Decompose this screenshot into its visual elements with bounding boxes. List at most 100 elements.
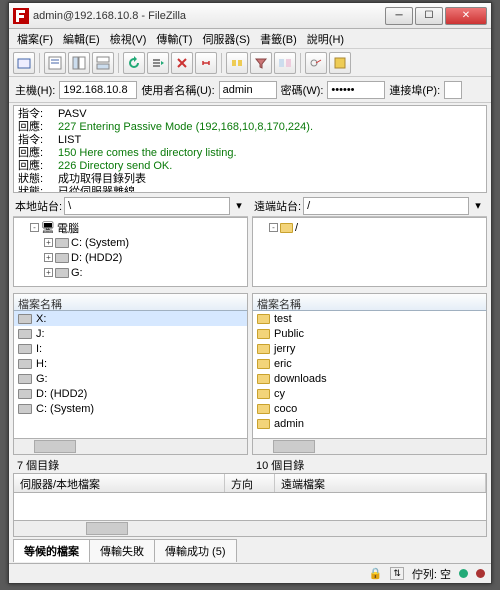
sync-browsing-button[interactable] bbox=[305, 52, 327, 74]
lock-icon: 🔒 bbox=[369, 567, 383, 580]
expand-icon[interactable]: + bbox=[44, 253, 53, 262]
disk-icon bbox=[18, 314, 32, 324]
remote-site-label: 遠端站台: bbox=[254, 198, 301, 214]
tree-item[interactable]: -/ bbox=[255, 220, 484, 235]
disconnect-button[interactable] bbox=[195, 52, 217, 74]
expand-icon[interactable]: - bbox=[269, 223, 278, 232]
list-item[interactable]: J: bbox=[14, 326, 247, 341]
folder-icon bbox=[257, 389, 270, 399]
list-item[interactable]: I: bbox=[14, 341, 247, 356]
compare-button[interactable] bbox=[274, 52, 296, 74]
menu-view[interactable]: 檢視(V) bbox=[106, 29, 151, 49]
list-item[interactable]: X: bbox=[14, 311, 247, 326]
filter-button[interactable] bbox=[250, 52, 272, 74]
remote-file-list[interactable]: testPublicjerryericdownloadscycocoadmin bbox=[252, 311, 487, 439]
port-label: 連接埠(P): bbox=[389, 82, 440, 98]
list-item[interactable]: C: (System) bbox=[14, 401, 247, 416]
tab-queued[interactable]: 等候的檔案 bbox=[13, 539, 90, 562]
remote-scrollbar[interactable] bbox=[252, 439, 487, 455]
log-line: 回應:150 Here comes the directory listing. bbox=[18, 147, 482, 160]
list-item[interactable]: jerry bbox=[253, 341, 486, 356]
tab-success[interactable]: 傳輸成功 (5) bbox=[154, 539, 237, 562]
menu-edit[interactable]: 編輯(E) bbox=[59, 29, 104, 49]
log-line: 狀態:已從伺服器離線 bbox=[18, 186, 482, 193]
tree-item[interactable]: -🖥電腦 bbox=[16, 220, 245, 235]
local-scrollbar[interactable] bbox=[13, 439, 248, 455]
quickconnect-bar: 主機(H): 使用者名稱(U): 密碼(W): 連接埠(P): bbox=[9, 77, 491, 103]
menu-transfer[interactable]: 傳輸(T) bbox=[152, 29, 196, 49]
expand-icon[interactable]: + bbox=[44, 268, 53, 277]
pass-label: 密碼(W): bbox=[281, 82, 324, 98]
tree-item[interactable]: +C: (System) bbox=[16, 235, 245, 250]
tree-item[interactable]: +D: (HDD2) bbox=[16, 250, 245, 265]
log-line: 回應:226 Directory send OK. bbox=[18, 160, 482, 173]
remote-list-header[interactable]: 檔案名稱 bbox=[252, 293, 487, 311]
toggle-tree-button[interactable] bbox=[68, 52, 90, 74]
queue-list[interactable] bbox=[13, 493, 487, 521]
minimize-button[interactable]: ─ bbox=[385, 7, 413, 25]
find-button[interactable] bbox=[329, 52, 351, 74]
list-item[interactable]: cy bbox=[253, 386, 486, 401]
pass-input[interactable] bbox=[327, 81, 385, 99]
log-line: 指令:LIST bbox=[18, 134, 482, 147]
reconnect-button[interactable] bbox=[226, 52, 248, 74]
queue-col-direction[interactable]: 方向 bbox=[225, 474, 275, 492]
tab-failed[interactable]: 傳輸失敗 bbox=[89, 539, 155, 562]
expand-icon[interactable]: - bbox=[30, 223, 39, 232]
window-title: admin@192.168.10.8 - FileZilla bbox=[33, 10, 385, 22]
menu-help[interactable]: 說明(H) bbox=[303, 29, 348, 49]
list-item[interactable]: coco bbox=[253, 401, 486, 416]
log-line: 狀態:成功取得目錄列表 bbox=[18, 173, 482, 186]
local-list-header[interactable]: 檔案名稱 bbox=[13, 293, 248, 311]
folder-icon bbox=[257, 419, 270, 429]
disk-icon bbox=[18, 389, 32, 399]
activity-led-1 bbox=[459, 569, 468, 578]
menu-bookmarks[interactable]: 書籤(B) bbox=[256, 29, 301, 49]
maximize-button[interactable]: ☐ bbox=[415, 7, 443, 25]
list-item[interactable]: downloads bbox=[253, 371, 486, 386]
sitemanager-button[interactable] bbox=[13, 52, 35, 74]
message-log[interactable]: 指令:PASV回應:227 Entering Passive Mode (192… bbox=[13, 105, 487, 193]
refresh-button[interactable] bbox=[123, 52, 145, 74]
list-item[interactable]: eric bbox=[253, 356, 486, 371]
queue-col-server[interactable]: 伺服器/本地檔案 bbox=[14, 474, 225, 492]
remote-path-dropdown[interactable]: ▾ bbox=[471, 199, 485, 212]
titlebar[interactable]: admin@192.168.10.8 - FileZilla ─ ☐ ✕ bbox=[9, 3, 491, 29]
toggle-log-button[interactable] bbox=[44, 52, 66, 74]
list-item[interactable]: admin bbox=[253, 416, 486, 431]
disk-icon bbox=[55, 253, 69, 263]
queue-col-remote[interactable]: 遠端檔案 bbox=[275, 474, 486, 492]
app-icon bbox=[13, 8, 29, 24]
menu-server[interactable]: 伺服器(S) bbox=[198, 29, 254, 49]
tree-item[interactable]: +G: bbox=[16, 265, 245, 280]
list-item[interactable]: H: bbox=[14, 356, 247, 371]
local-path-input[interactable] bbox=[64, 197, 230, 215]
toggle-queue-button[interactable] bbox=[92, 52, 114, 74]
expand-icon[interactable]: + bbox=[44, 238, 53, 247]
list-item[interactable]: test bbox=[253, 311, 486, 326]
process-queue-button[interactable] bbox=[147, 52, 169, 74]
list-item[interactable]: G: bbox=[14, 371, 247, 386]
list-item[interactable]: Public bbox=[253, 326, 486, 341]
remote-path-input[interactable] bbox=[303, 197, 469, 215]
menu-file[interactable]: 檔案(F) bbox=[13, 29, 57, 49]
port-input[interactable] bbox=[444, 81, 462, 99]
cancel-button[interactable] bbox=[171, 52, 193, 74]
user-input[interactable] bbox=[219, 81, 277, 99]
local-tree[interactable]: -🖥電腦+C: (System)+D: (HDD2)+G: bbox=[13, 217, 248, 287]
queue-scrollbar[interactable] bbox=[13, 521, 487, 537]
close-button[interactable]: ✕ bbox=[445, 7, 487, 25]
remote-tree[interactable]: -/ bbox=[252, 217, 487, 287]
local-path-dropdown[interactable]: ▾ bbox=[232, 199, 246, 212]
statusbar: 🔒 ⇅ 佇列: 空 bbox=[9, 563, 491, 583]
computer-icon: 🖥 bbox=[41, 221, 55, 234]
local-file-list[interactable]: X:J:I:H:G:D: (HDD2)C: (System) bbox=[13, 311, 248, 439]
folder-icon bbox=[257, 329, 270, 339]
disk-icon bbox=[18, 404, 32, 414]
queue-indicator-icon: ⇅ bbox=[390, 567, 404, 580]
disk-icon bbox=[18, 329, 32, 339]
disk-icon bbox=[55, 268, 69, 278]
host-input[interactable] bbox=[59, 81, 137, 99]
list-item[interactable]: D: (HDD2) bbox=[14, 386, 247, 401]
folder-icon bbox=[257, 314, 270, 324]
